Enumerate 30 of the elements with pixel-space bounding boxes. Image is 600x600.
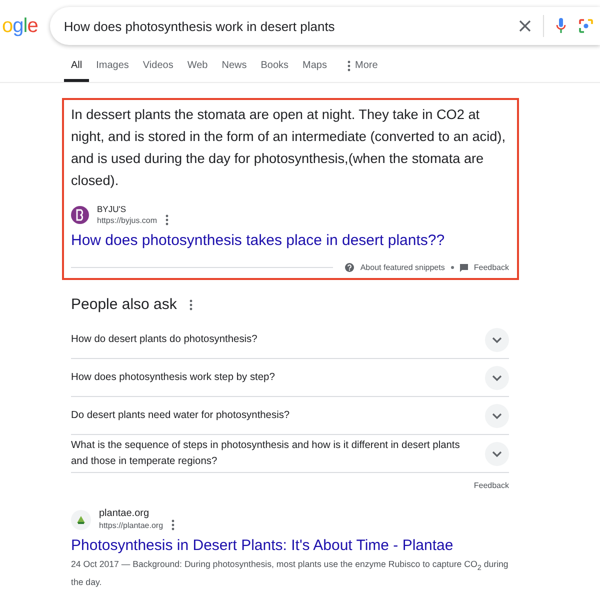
tab[interactable]: Images (89, 52, 136, 82)
question-text: How does photosynthesis work step by step? (71, 370, 275, 384)
source-name: BYJU'S (97, 204, 128, 214)
about-snippets-link[interactable]: About featured snippets (360, 263, 445, 272)
question-text: What is the sequence of steps in photosynthesis and how is it different in desert plants and those in temperate regions? (71, 438, 461, 468)
feedback-link[interactable]: Feedback (474, 263, 509, 272)
tab[interactable]: More (340, 52, 385, 82)
tab[interactable]: All (64, 52, 90, 82)
tab[interactable]: Videos (136, 52, 180, 82)
question-row[interactable]: How do desert plants do photosynthesis? (71, 321, 509, 359)
site-name: plantae.org (99, 508, 150, 519)
tab[interactable]: Books (254, 52, 296, 82)
tab[interactable]: News (214, 52, 254, 82)
question-row[interactable]: What is the sequence of steps in photosynthesis and how is it different in desert plants and those in temperate regions? (71, 435, 509, 473)
site-url: https://plantae.org (99, 520, 164, 530)
question-row[interactable]: Do desert plants need water for photosynthesis? (71, 397, 509, 435)
snippet-text: In dessert plants the stomata are open at night. They take in CO2 at night, and is stored in the form of an intermediate (converted to an acid), and is used during the day for photosynthesis,(when the stomata are closed). (71, 106, 506, 190)
result-link[interactable]: How does photosynthesis takes place in desert plants?? (71, 232, 509, 249)
source-url: https://byjus.com (97, 216, 158, 224)
question-text: Do desert plants need water for photosynthesis? (71, 408, 290, 422)
result-link[interactable]: Photosynthesis in Desert Plants: It's About Time - Plantae (71, 537, 509, 554)
result-snippet: 24 Oct 2017 — Background: During photosynthesis, most plants use the enzyme Rubisco to capture CO$_{2}$ during the day. (71, 558, 509, 589)
feedback-link[interactable]: Feedback (474, 481, 509, 490)
tab[interactable]: Maps (296, 52, 334, 82)
tab[interactable]: Web (180, 52, 215, 82)
question-text: How do desert plants do photosynthesis? (71, 332, 258, 346)
search-field[interactable]: How does photosynthesis work in desert plants (50, 7, 600, 45)
section-heading: People also ask (71, 296, 177, 313)
question-row[interactable]: How does photosynthesis work step by step? (71, 359, 509, 397)
logo[interactable]: ogle (2, 14, 38, 38)
